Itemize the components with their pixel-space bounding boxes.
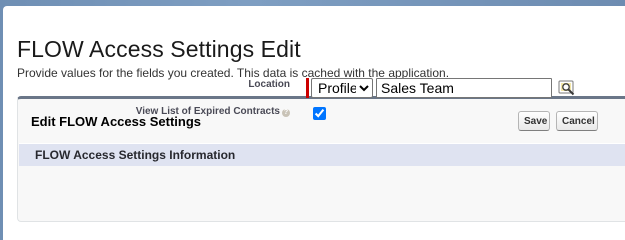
page-title: FLOW Access Settings Edit — [17, 36, 301, 63]
help-icon[interactable]: ? — [282, 109, 290, 117]
location-type-select[interactable]: Profile — [311, 78, 373, 98]
required-indicator — [306, 78, 309, 98]
expired-contracts-label: View List of Expired Contracts? — [110, 106, 290, 117]
expired-contracts-checkbox[interactable] — [313, 107, 326, 120]
lookup-icon[interactable] — [558, 79, 576, 96]
section-title: FLOW Access Settings Information — [35, 148, 236, 162]
save-button[interactable]: Save — [518, 111, 550, 131]
section-header: FLOW Access Settings Information — [19, 143, 625, 166]
location-lookup-input[interactable] — [376, 78, 552, 98]
expired-contracts-label-text: View List of Expired Contracts — [135, 106, 280, 117]
location-label: Location — [248, 79, 290, 90]
cancel-button[interactable]: Cancel — [556, 111, 598, 131]
